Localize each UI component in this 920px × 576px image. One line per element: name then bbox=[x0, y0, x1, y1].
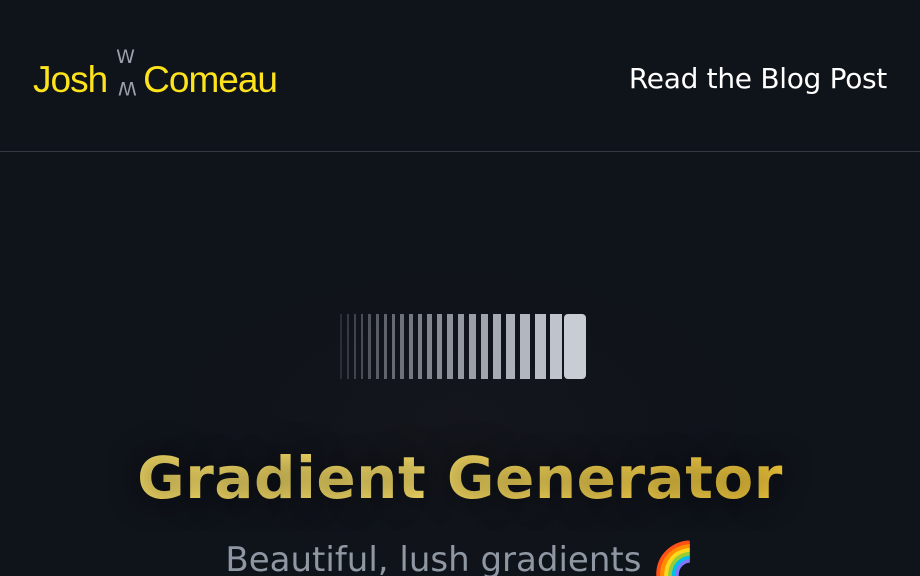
read-blog-post-link[interactable]: Read the Blog Post bbox=[629, 62, 887, 95]
hero-glow bbox=[160, 260, 760, 576]
logo-mark-bottom: W bbox=[118, 77, 137, 99]
logo-last-name: Comeau bbox=[143, 59, 278, 100]
gradient-stripes-icon bbox=[340, 314, 586, 379]
page-title: Gradient Generator bbox=[0, 444, 920, 512]
site-header: Josh W W Comeau Read the Blog Post bbox=[0, 0, 920, 152]
logo-first-name: Josh bbox=[33, 59, 108, 100]
logo-mark-top: W bbox=[116, 46, 135, 68]
logo-mark-icon: W W bbox=[107, 46, 143, 110]
page: Josh W W Comeau Read the Blog Post Gradi… bbox=[0, 0, 920, 576]
page-subtitle: Beautiful, lush gradients 🌈 bbox=[225, 540, 695, 576]
logo-link[interactable]: Josh W W Comeau bbox=[33, 46, 278, 110]
